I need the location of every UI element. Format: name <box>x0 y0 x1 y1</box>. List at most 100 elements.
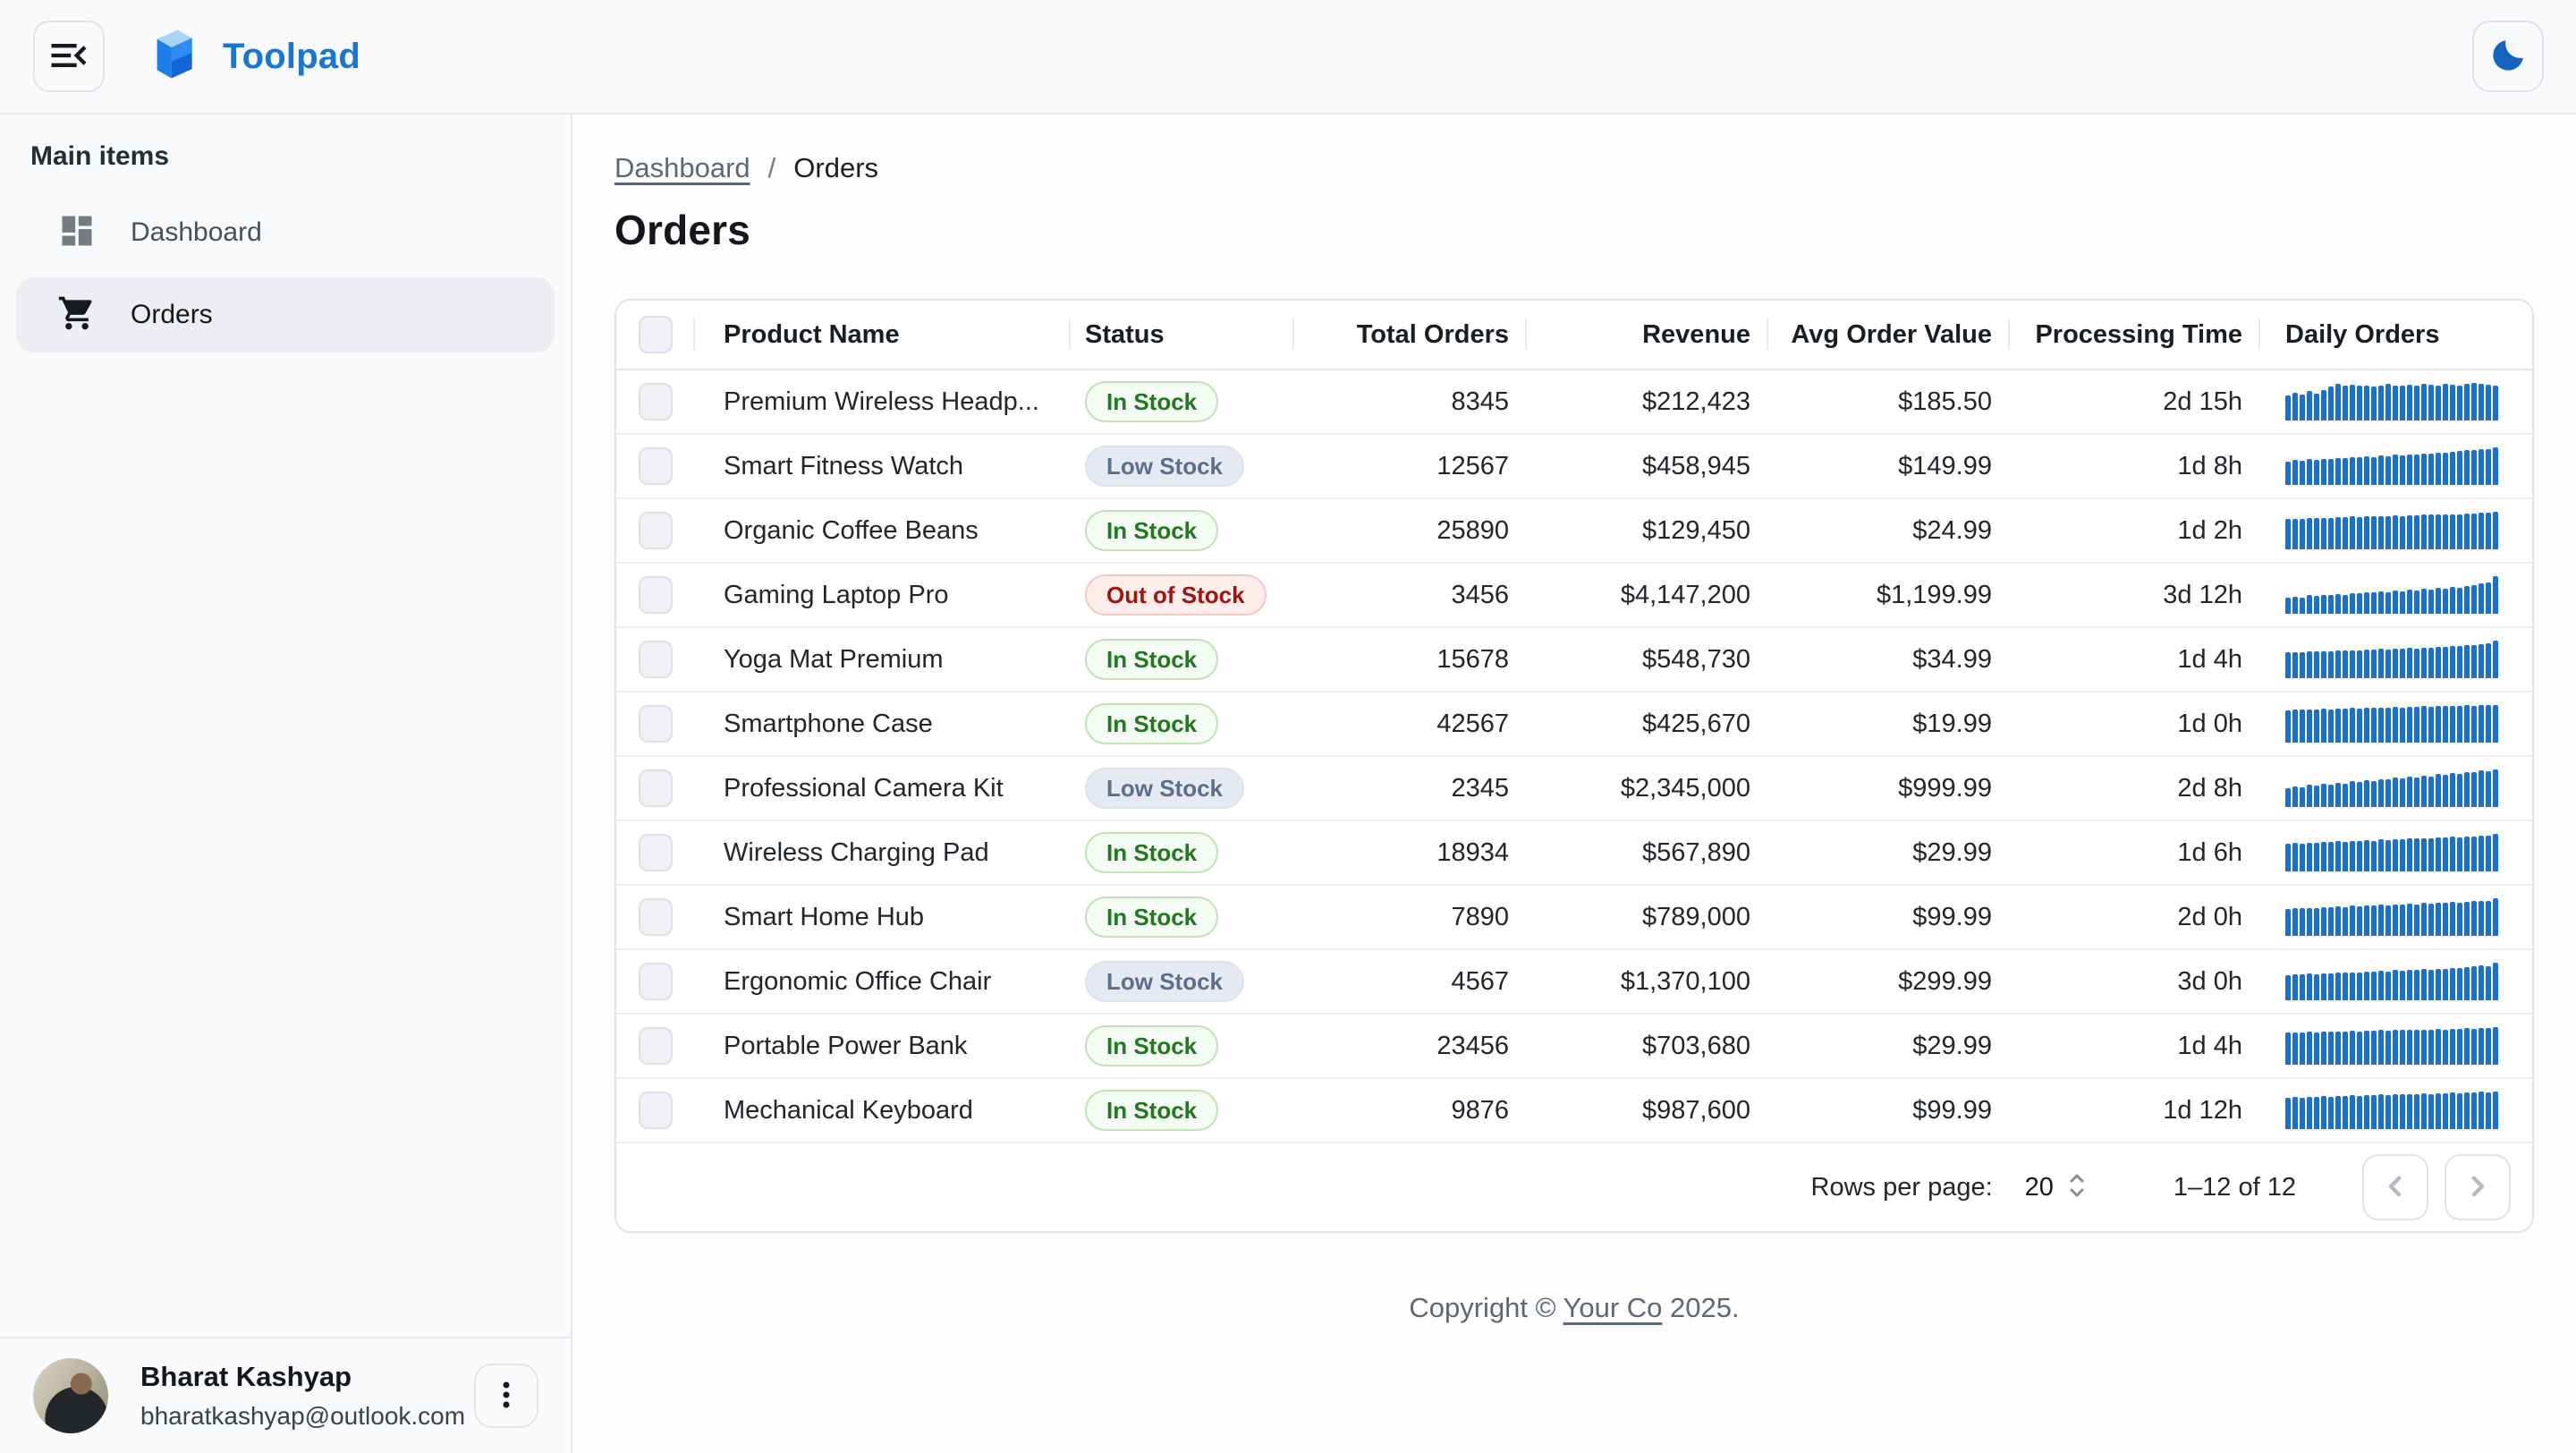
table-row[interactable]: Portable Power Bank In Stock 23456 $703,… <box>616 1015 2532 1079</box>
table-row[interactable]: Wireless Charging Pad In Stock 18934 $56… <box>616 821 2532 886</box>
column-header-daily-orders[interactable]: Daily Orders <box>2260 301 2532 369</box>
revenue-cell: $458,945 <box>1527 452 1768 481</box>
row-checkbox[interactable] <box>639 769 673 807</box>
row-checkbox[interactable] <box>639 963 673 1000</box>
total-orders-cell: 42567 <box>1294 710 1527 739</box>
status-cell: Low Stock <box>1071 768 1294 809</box>
avg-order-value-cell: $29.99 <box>1768 838 2010 868</box>
select-all-cell <box>616 301 695 369</box>
table-body: Premium Wireless Headp... In Stock 8345 … <box>616 370 2532 1143</box>
daily-orders-sparkline <box>2285 705 2500 743</box>
daily-orders-cell <box>2260 383 2532 421</box>
column-header-avg-order-value[interactable]: Avg Order Value <box>1768 301 2010 369</box>
table-row[interactable]: Premium Wireless Headp... In Stock 8345 … <box>616 370 2532 435</box>
daily-orders-sparkline <box>2285 1027 2500 1065</box>
daily-orders-cell <box>2260 705 2532 743</box>
row-checkbox[interactable] <box>639 1092 673 1129</box>
sidebar-item-dashboard[interactable]: Dashboard <box>16 195 555 270</box>
daily-orders-cell <box>2260 1027 2532 1065</box>
status-badge: In Stock <box>1085 832 1218 873</box>
table-row[interactable]: Smart Home Hub In Stock 7890 $789,000 $9… <box>616 886 2532 950</box>
main-content: Dashboard / Orders Orders Product Name S… <box>572 115 2576 1453</box>
processing-time-cell: 3d 0h <box>2010 967 2260 997</box>
sidebar-toggle-button[interactable] <box>33 21 105 92</box>
daily-orders-cell <box>2260 512 2532 549</box>
column-header-product-name[interactable]: Product Name <box>695 301 1071 369</box>
daily-orders-cell <box>2260 834 2532 871</box>
processing-time-cell: 3d 12h <box>2010 581 2260 610</box>
total-orders-cell: 4567 <box>1294 967 1527 997</box>
rows-per-page-select[interactable]: 20 <box>2025 1168 2088 1207</box>
column-header-revenue[interactable]: Revenue <box>1527 301 1768 369</box>
row-checkbox[interactable] <box>639 512 673 549</box>
avg-order-value-cell: $34.99 <box>1768 645 2010 675</box>
product-name-cell: Gaming Laptop Pro <box>695 581 1071 610</box>
row-checkbox-cell <box>616 705 695 743</box>
total-orders-cell: 3456 <box>1294 581 1527 610</box>
dashboard-icon <box>57 211 97 255</box>
product-name-cell: Organic Coffee Beans <box>695 516 1071 546</box>
user-menu-button[interactable] <box>474 1364 538 1428</box>
row-checkbox-cell <box>616 576 695 614</box>
copyright-suffix: 2025. <box>1662 1292 1739 1323</box>
row-checkbox[interactable] <box>639 383 673 421</box>
status-cell: Low Stock <box>1071 961 1294 1002</box>
moon-icon <box>2488 36 2528 78</box>
row-checkbox[interactable] <box>639 705 673 743</box>
table-row[interactable]: Professional Camera Kit Low Stock 2345 $… <box>616 757 2532 821</box>
product-name-cell: Mechanical Keyboard <box>695 1096 1071 1126</box>
status-badge: In Stock <box>1085 1025 1218 1066</box>
product-name-cell: Portable Power Bank <box>695 1032 1071 1061</box>
row-checkbox-cell <box>616 1092 695 1129</box>
daily-orders-sparkline <box>2285 898 2500 936</box>
row-checkbox[interactable] <box>639 898 673 936</box>
user-name: Bharat Kashyap <box>140 1361 474 1393</box>
row-checkbox[interactable] <box>639 1027 673 1065</box>
processing-time-cell: 1d 8h <box>2010 452 2260 481</box>
daily-orders-sparkline <box>2285 576 2500 614</box>
table-row[interactable]: Smart Fitness Watch Low Stock 12567 $458… <box>616 435 2532 499</box>
processing-time-cell: 1d 4h <box>2010 645 2260 675</box>
previous-page-button[interactable] <box>2362 1154 2428 1220</box>
status-cell: In Stock <box>1071 510 1294 551</box>
row-checkbox-cell <box>616 447 695 485</box>
row-checkbox[interactable] <box>639 447 673 485</box>
row-checkbox-cell <box>616 834 695 871</box>
table-row[interactable]: Ergonomic Office Chair Low Stock 4567 $1… <box>616 950 2532 1015</box>
row-checkbox-cell <box>616 769 695 807</box>
brand[interactable]: Toolpad <box>148 27 360 87</box>
column-header-total-orders[interactable]: Total Orders <box>1294 301 1527 369</box>
table-row[interactable]: Smartphone Case In Stock 42567 $425,670 … <box>616 693 2532 757</box>
table-row[interactable]: Gaming Laptop Pro Out of Stock 3456 $4,1… <box>616 564 2532 628</box>
table-row[interactable]: Yoga Mat Premium In Stock 15678 $548,730… <box>616 628 2532 693</box>
row-checkbox[interactable] <box>639 641 673 678</box>
next-page-button[interactable] <box>2445 1154 2511 1220</box>
sidebar-item-orders[interactable]: Orders <box>16 277 555 353</box>
column-header-status[interactable]: Status <box>1071 301 1294 369</box>
product-name-cell: Smartphone Case <box>695 710 1071 739</box>
select-all-checkbox[interactable] <box>639 316 673 353</box>
row-checkbox[interactable] <box>639 576 673 614</box>
row-checkbox[interactable] <box>639 834 673 871</box>
revenue-cell: $212,423 <box>1527 387 1768 417</box>
total-orders-cell: 9876 <box>1294 1096 1527 1126</box>
user-card: Bharat Kashyap bharatkashyap@outlook.com <box>0 1337 571 1453</box>
company-link[interactable]: Your Co <box>1563 1292 1663 1323</box>
processing-time-cell: 1d 2h <box>2010 516 2260 546</box>
product-name-cell: Smart Fitness Watch <box>695 452 1071 481</box>
column-header-processing-time[interactable]: Processing Time <box>2010 301 2260 369</box>
breadcrumb-link-dashboard[interactable]: Dashboard <box>614 152 750 184</box>
toolpad-logo-icon <box>148 27 199 87</box>
table-row[interactable]: Mechanical Keyboard In Stock 9876 $987,6… <box>616 1079 2532 1143</box>
total-orders-cell: 23456 <box>1294 1032 1527 1061</box>
table-row[interactable]: Organic Coffee Beans In Stock 25890 $129… <box>616 499 2532 564</box>
shopping-cart-icon <box>57 293 97 337</box>
daily-orders-sparkline <box>2285 834 2500 871</box>
page-title: Orders <box>614 206 2534 254</box>
copyright-footer: Copyright © Your Co 2025. <box>614 1292 2534 1324</box>
status-cell: In Stock <box>1071 832 1294 873</box>
daily-orders-sparkline <box>2285 383 2500 421</box>
avg-order-value-cell: $99.99 <box>1768 1096 2010 1126</box>
revenue-cell: $987,600 <box>1527 1096 1768 1126</box>
theme-toggle-button[interactable] <box>2472 21 2544 92</box>
